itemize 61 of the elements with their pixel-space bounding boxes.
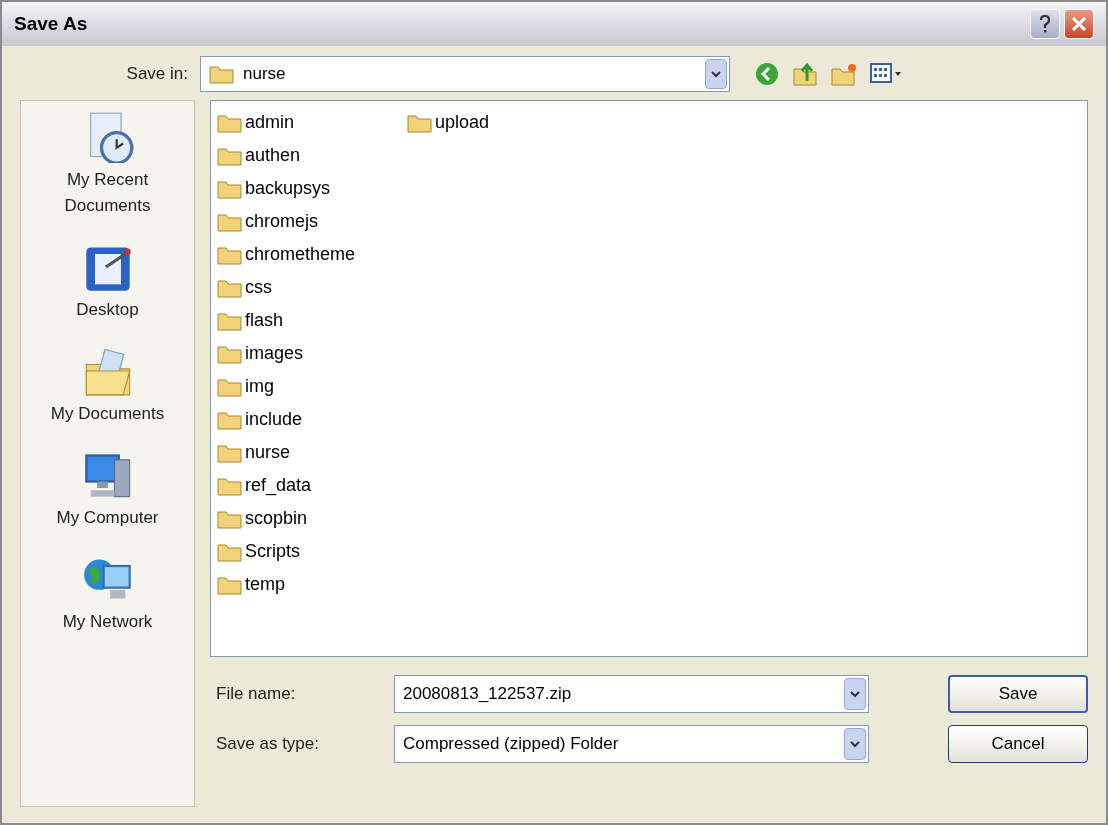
chevron-down-icon [850, 690, 860, 698]
save-in-dropdown[interactable]: nurse [200, 56, 730, 92]
folder-item[interactable]: images [217, 337, 304, 370]
save-as-type-label: Save as type: [215, 733, 320, 756]
back-icon[interactable] [754, 61, 780, 87]
close-button[interactable] [1064, 9, 1094, 39]
place-link[interactable]: My Computer [56, 505, 159, 531]
up-folder-icon[interactable] [792, 61, 818, 87]
folder-item[interactable]: temp [217, 568, 286, 601]
view-menu-icon[interactable] [870, 62, 904, 86]
folder-item[interactable]: flash [217, 304, 284, 337]
new-folder-icon[interactable] [830, 61, 858, 87]
close-icon [1071, 16, 1087, 32]
folder-icon [217, 541, 243, 562]
folder-item[interactable]: chromejs [217, 205, 319, 238]
folder-icon [217, 475, 243, 496]
chevron-down-icon [850, 740, 860, 748]
place-link[interactable]: My Network [62, 609, 153, 635]
file-name-field[interactable]: 20080813_122537.zip [394, 675, 869, 713]
folder-icon [209, 64, 235, 84]
folder-item[interactable]: include [217, 403, 303, 436]
folder-icon [217, 442, 243, 463]
place-link[interactable]: My Recent Documents [27, 167, 188, 219]
window-title: Save As [14, 11, 88, 36]
dropdown-button[interactable] [844, 728, 866, 760]
folder-icon [217, 574, 243, 595]
folder-item[interactable]: Scripts [217, 535, 300, 568]
folder-icon [407, 112, 433, 133]
dropdown-button[interactable] [844, 678, 866, 710]
file-name-label: File name: [215, 683, 297, 706]
folder-icon [217, 211, 243, 232]
cancel-button[interactable]: Cancel [948, 725, 1088, 763]
folder-item[interactable]: scopbin [217, 502, 308, 535]
folder-icon [217, 409, 243, 430]
folder-item[interactable]: backupsys [217, 172, 331, 205]
folder-icon [217, 376, 243, 397]
dropdown-button[interactable] [705, 59, 727, 89]
chevron-down-icon [711, 70, 721, 78]
folder-icon [217, 310, 243, 331]
folder-icon [217, 112, 243, 133]
folder-icon [217, 277, 243, 298]
folder-icon [217, 508, 243, 529]
question-icon [1039, 15, 1051, 33]
place-link[interactable]: My Documents [50, 401, 165, 427]
folder-icon [217, 244, 243, 265]
folder-item[interactable]: upload [407, 106, 490, 139]
help-button[interactable] [1030, 9, 1060, 39]
folder-item[interactable]: img [217, 370, 274, 403]
folder-item[interactable]: nurse [217, 436, 291, 469]
folder-item[interactable]: authen [217, 139, 301, 172]
folder-item[interactable]: admin [217, 106, 295, 139]
save-in-label: Save in: [125, 63, 189, 86]
folder-icon [217, 145, 243, 166]
save-button[interactable]: Save [948, 675, 1088, 713]
place-link[interactable]: Desktop [76, 297, 139, 323]
folder-icon [217, 178, 243, 199]
folder-icon [217, 343, 243, 364]
folder-item[interactable]: css [217, 271, 272, 304]
folder-item[interactable]: chrometheme [217, 238, 356, 271]
folder-item[interactable]: ref_data [217, 469, 312, 502]
save-as-type-dropdown[interactable]: Compressed (zipped) Folder [394, 725, 869, 763]
